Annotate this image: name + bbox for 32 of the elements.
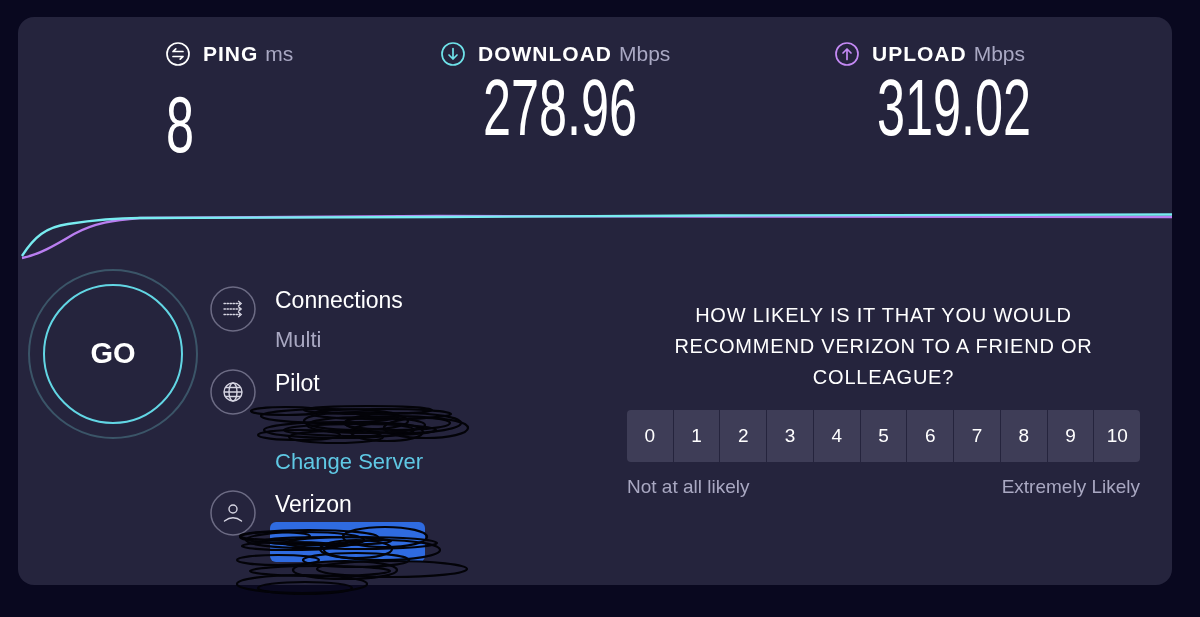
- dotted-arrows-icon: [210, 286, 256, 332]
- change-server-link[interactable]: Change Server: [275, 449, 423, 475]
- rating-button[interactable]: 1: [673, 410, 720, 462]
- metric-label: DOWNLOAD: [478, 41, 612, 67]
- rating-button[interactable]: 3: [767, 410, 813, 462]
- rating-button[interactable]: 7: [954, 410, 1000, 462]
- info-title: Pilot: [275, 369, 320, 397]
- user-icon: [210, 490, 256, 536]
- rating-button[interactable]: 9: [1047, 410, 1094, 462]
- metric-value: 278.96: [483, 68, 638, 148]
- metric-unit: ms: [265, 41, 294, 67]
- metric-value: 319.02: [877, 68, 1032, 148]
- survey-question: HOW LIKELY IS IT THAT YOU WOULD RECOMMEND VERIZON TO A FRIEND OR COLLEAGUE?: [673, 303, 1094, 390]
- rating-button[interactable]: 10: [1094, 410, 1141, 462]
- rating-button[interactable]: 5: [860, 410, 907, 462]
- metric-unit: Mbps: [619, 41, 671, 67]
- globe-icon: [210, 369, 256, 415]
- rating-button[interactable]: 6: [907, 410, 954, 462]
- metric-label: PING: [203, 41, 259, 67]
- rating-button[interactable]: 0: [627, 410, 673, 462]
- metric-label: UPLOAD: [872, 41, 967, 67]
- metric-value: 8: [166, 85, 195, 165]
- info-value: Multi: [275, 326, 322, 354]
- rating-button[interactable]: 2: [720, 410, 767, 462]
- rating-button[interactable]: 8: [1000, 410, 1047, 462]
- info-title: Connections: [275, 286, 403, 314]
- rating-button[interactable]: 4: [813, 410, 860, 462]
- metric-unit: Mbps: [973, 41, 1026, 67]
- info-title: Verizon: [275, 490, 352, 518]
- go-button[interactable]: GO: [28, 269, 198, 439]
- scale-label: Extremely Likely: [1001, 475, 1140, 499]
- scale-label: Not at all likely: [627, 475, 750, 499]
